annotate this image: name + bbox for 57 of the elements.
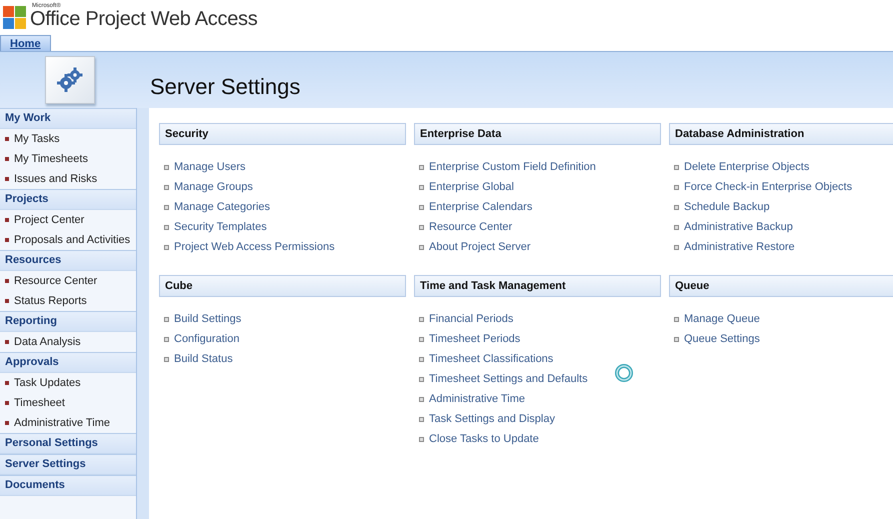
settings-link[interactable]: Timesheet Settings and Defaults xyxy=(419,369,661,389)
settings-link[interactable]: Build Status xyxy=(164,349,406,369)
sidebar-item[interactable]: My Tasks xyxy=(0,129,136,149)
settings-link[interactable]: Manage Users xyxy=(164,157,406,177)
sidebar-item[interactable]: Task Updates xyxy=(0,373,136,393)
sidebar-heading[interactable]: Personal Settings xyxy=(0,433,136,454)
settings-link[interactable]: Security Templates xyxy=(164,217,406,237)
settings-link[interactable]: Timesheet Periods xyxy=(419,329,661,349)
settings-link[interactable]: About Project Server xyxy=(419,237,661,257)
sidebar-item[interactable]: Issues and Risks xyxy=(0,169,136,189)
settings-link[interactable]: Enterprise Calendars xyxy=(419,197,661,217)
sidebar-heading[interactable]: Approvals xyxy=(0,352,136,373)
settings-link[interactable]: Enterprise Global xyxy=(419,177,661,197)
sidebar-item[interactable]: Timesheet xyxy=(0,393,136,413)
page-title: Server Settings xyxy=(150,74,300,100)
settings-link[interactable]: Enterprise Custom Field Definition xyxy=(419,157,661,177)
settings-link[interactable]: Build Settings xyxy=(164,309,406,329)
section-header: Security xyxy=(159,123,406,145)
settings-link[interactable]: Task Settings and Display xyxy=(419,409,661,429)
settings-link[interactable]: Force Check-in Enterprise Objects xyxy=(674,177,893,197)
sidebar-heading[interactable]: My Work xyxy=(0,108,136,129)
settings-link[interactable]: Resource Center xyxy=(419,217,661,237)
logo-icon xyxy=(2,4,28,32)
settings-link[interactable]: Schedule Backup xyxy=(674,197,893,217)
settings-link[interactable]: Administrative Restore xyxy=(674,237,893,257)
sidebar-heading[interactable]: Projects xyxy=(0,189,136,210)
section-header: Queue xyxy=(669,275,893,297)
settings-link[interactable]: Timesheet Classifications xyxy=(419,349,661,369)
sidebar-item[interactable]: My Timesheets xyxy=(0,149,136,169)
sidebar-item[interactable]: Administrative Time xyxy=(0,413,136,433)
section-header: Time and Task Management xyxy=(414,275,661,297)
settings-link[interactable]: Manage Queue xyxy=(674,309,893,329)
brand-title: Office Project Web Access xyxy=(30,8,258,30)
settings-link[interactable]: Queue Settings xyxy=(674,329,893,349)
gears-icon xyxy=(56,67,84,93)
sidebar-heading[interactable]: Resources xyxy=(0,250,136,271)
settings-link[interactable]: Delete Enterprise Objects xyxy=(674,157,893,177)
section-header: Cube xyxy=(159,275,406,297)
section-header: Enterprise Data xyxy=(414,123,661,145)
settings-link[interactable]: Administrative Backup xyxy=(674,217,893,237)
settings-link[interactable]: Configuration xyxy=(164,329,406,349)
sidebar-item[interactable]: Data Analysis xyxy=(0,332,136,352)
settings-link[interactable]: Project Web Access Permissions xyxy=(164,237,406,257)
sidebar-item[interactable]: Project Center xyxy=(0,210,136,230)
sidebar-heading[interactable]: Server Settings xyxy=(0,454,136,475)
settings-link[interactable]: Close Tasks to Update xyxy=(419,429,661,449)
sidebar-heading[interactable]: Reporting xyxy=(0,311,136,332)
section-header: Database Administration xyxy=(669,123,893,145)
sidebar-heading[interactable]: Documents xyxy=(0,475,136,496)
sidebar-item[interactable]: Resource Center xyxy=(0,271,136,291)
settings-link[interactable]: Manage Categories xyxy=(164,197,406,217)
sidebar-item[interactable]: Proposals and Activities xyxy=(0,230,136,250)
settings-link[interactable]: Manage Groups xyxy=(164,177,406,197)
settings-link[interactable]: Administrative Time xyxy=(419,389,661,409)
settings-link[interactable]: Financial Periods xyxy=(419,309,661,329)
tab[interactable]: Home xyxy=(0,35,51,51)
sidebar-item[interactable]: Status Reports xyxy=(0,291,136,311)
